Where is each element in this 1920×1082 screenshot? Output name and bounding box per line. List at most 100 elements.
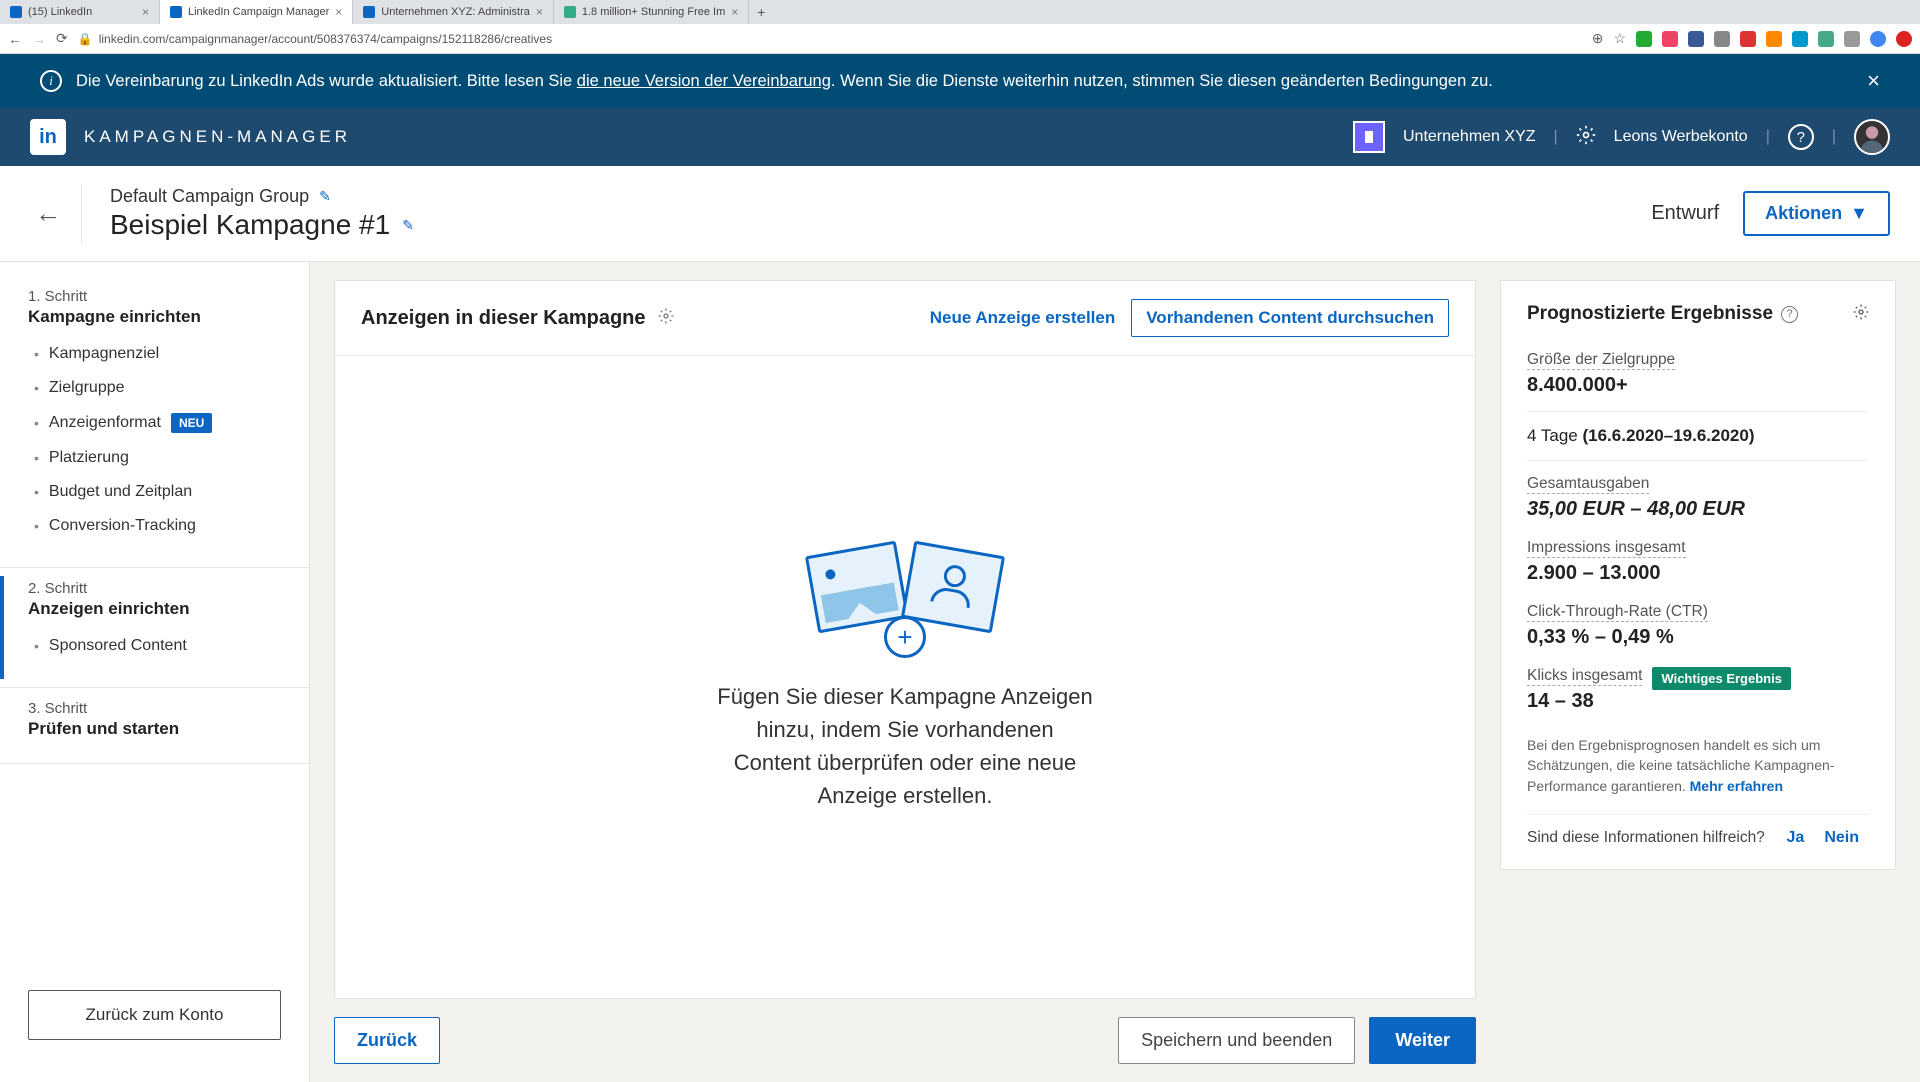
actions-dropdown[interactable]: Aktionen▼ [1743, 191, 1890, 236]
back-arrow-button[interactable]: ← [30, 198, 81, 229]
lock-icon: 🔒 [78, 32, 93, 46]
sidebar-item-zielgruppe[interactable]: Zielgruppe [34, 371, 281, 405]
extension-icon[interactable] [1844, 31, 1860, 47]
browse-content-button[interactable]: Vorhandenen Content durchsuchen [1131, 299, 1449, 337]
reload-icon[interactable]: ⟳ [56, 30, 68, 47]
extension-icon[interactable] [1662, 31, 1678, 47]
plus-icon: + [884, 616, 926, 658]
spend-value: 35,00 EUR – 48,00 EUR [1527, 498, 1869, 521]
close-banner-button[interactable]: × [1867, 68, 1880, 94]
app-title: KAMPAGNEN-MANAGER [84, 127, 351, 147]
tab-close-icon[interactable]: × [335, 5, 342, 19]
chevron-down-icon: ▼ [1850, 203, 1868, 224]
important-badge: Wichtiges Ergebnis [1652, 667, 1791, 690]
company-name[interactable]: Unternehmen XYZ [1403, 128, 1536, 146]
user-avatar[interactable] [1854, 119, 1890, 155]
browser-tab[interactable]: Unternehmen XYZ: Administra× [353, 0, 554, 24]
browser-tab[interactable]: LinkedIn Campaign Manager× [160, 0, 353, 24]
url-field[interactable]: 🔒linkedin.com/campaignmanager/account/50… [78, 32, 1582, 46]
learn-more-link[interactable]: Mehr erfahren [1690, 778, 1783, 794]
step-label: 1. Schritt [28, 288, 281, 305]
feedback-yes-button[interactable]: Ja [1777, 829, 1815, 847]
profile-icon[interactable] [1870, 31, 1886, 47]
edit-campaign-icon[interactable]: ✎ [402, 217, 414, 234]
ads-panel: Anzeigen in dieser Kampagne Neue Anzeige… [334, 280, 1476, 999]
tab-close-icon[interactable]: × [536, 5, 543, 19]
edit-group-icon[interactable]: ✎ [319, 188, 331, 205]
back-to-account-button[interactable]: Zurück zum Konto [28, 990, 281, 1040]
step-title[interactable]: Anzeigen einrichten [28, 599, 281, 619]
company-logo[interactable] [1353, 121, 1385, 153]
campaign-header: ← Default Campaign Group ✎ Beispiel Kampa… [0, 166, 1920, 262]
clicks-label: Klicks insgesamt [1527, 667, 1642, 686]
audience-label: Größe der Zielgruppe [1527, 351, 1675, 370]
extension-icon[interactable] [1714, 31, 1730, 47]
empty-state-illustration: + [805, 542, 1005, 652]
extension-icon[interactable] [1792, 31, 1808, 47]
star-icon[interactable]: ☆ [1613, 30, 1626, 47]
extension-icon[interactable] [1688, 31, 1704, 47]
back-nav-icon[interactable]: ← [8, 31, 22, 47]
campaign-name: Beispiel Kampagne #1 [110, 209, 390, 241]
forecast-panel: Prognostizierte Ergebnisse ? Größe der Z… [1500, 280, 1896, 870]
new-ad-link[interactable]: Neue Anzeige erstellen [930, 308, 1116, 328]
banner-text: Die Vereinbarung zu LinkedIn Ads wurde a… [76, 72, 577, 90]
sidebar-item-conversion[interactable]: Conversion-Tracking [34, 509, 281, 543]
account-name[interactable]: Leons Werbekonto [1614, 128, 1748, 146]
spend-label: Gesamtausgaben [1527, 475, 1649, 494]
duration-days: 4 Tage [1527, 426, 1582, 445]
next-button[interactable]: Weiter [1369, 1017, 1476, 1064]
step-title[interactable]: Kampagne einrichten [28, 307, 281, 327]
save-exit-button[interactable]: Speichern und beenden [1118, 1017, 1355, 1064]
disclaimer-text: Bei den Ergebnisprognosen handelt es sic… [1527, 737, 1834, 794]
browser-tab[interactable]: (15) LinkedIn× [0, 0, 160, 24]
new-tab-button[interactable]: + [749, 4, 773, 20]
sidebar-item-anzeigenformat[interactable]: AnzeigenformatNEU [34, 405, 281, 441]
help-icon[interactable]: ? [1781, 306, 1798, 323]
sidebar-item-kampagnenziel[interactable]: Kampagnenziel [34, 337, 281, 371]
step-title[interactable]: Prüfen und starten [28, 719, 281, 739]
info-icon: i [40, 70, 62, 92]
step-label: 2. Schritt [28, 580, 281, 597]
sidebar-item-sponsored-content[interactable]: Sponsored Content [34, 629, 281, 663]
extension-icon[interactable] [1740, 31, 1756, 47]
app-header: in KAMPAGNEN-MANAGER Unternehmen XYZ | L… [0, 108, 1920, 166]
settings-icon[interactable] [1576, 125, 1596, 150]
feedback-question: Sind diese Informationen hilfreich? [1527, 829, 1777, 847]
step-label: 3. Schritt [28, 700, 281, 717]
ctr-value: 0,33 % – 0,49 % [1527, 626, 1869, 649]
feedback-no-button[interactable]: Nein [1814, 829, 1869, 847]
ctr-label: Click-Through-Rate (CTR) [1527, 603, 1708, 622]
sidebar-item-platzierung[interactable]: Platzierung [34, 441, 281, 475]
extension-icon[interactable] [1818, 31, 1834, 47]
impressions-label: Impressions insgesamt [1527, 539, 1686, 558]
zoom-icon[interactable]: ⊕ [1592, 30, 1604, 47]
terms-banner: i Die Vereinbarung zu LinkedIn Ads wurde… [0, 54, 1920, 108]
extension-icon[interactable] [1766, 31, 1782, 47]
address-bar: ← → ⟳ 🔒linkedin.com/campaignmanager/acco… [0, 24, 1920, 54]
browser-tabs: (15) LinkedIn× LinkedIn Campaign Manager… [0, 0, 1920, 24]
forward-nav-icon[interactable]: → [32, 31, 46, 47]
date-range: (16.6.2020–19.6.2020) [1582, 426, 1754, 445]
impressions-value: 2.900 – 13.000 [1527, 562, 1869, 585]
tab-close-icon[interactable]: × [731, 5, 738, 19]
notification-icon[interactable] [1896, 31, 1912, 47]
audience-value: 8.400.000+ [1527, 374, 1869, 397]
terms-link[interactable]: die neue Version der Vereinbarung [577, 72, 831, 90]
campaign-group-name: Default Campaign Group [110, 186, 309, 207]
clicks-value: 14 – 38 [1527, 690, 1869, 713]
tab-close-icon[interactable]: × [142, 5, 149, 19]
help-icon[interactable]: ? [1788, 124, 1814, 150]
forecast-settings-icon[interactable] [1853, 304, 1869, 325]
steps-sidebar: 1. Schritt Kampagne einrichten Kampagnen… [0, 262, 310, 1082]
browser-tab[interactable]: 1.8 million+ Stunning Free Im× [554, 0, 749, 24]
panel-settings-icon[interactable] [658, 308, 674, 329]
linkedin-logo[interactable]: in [30, 119, 66, 155]
extension-icon[interactable] [1636, 31, 1652, 47]
sidebar-item-budget[interactable]: Budget und Zeitplan [34, 475, 281, 509]
new-badge: NEU [171, 413, 212, 433]
forecast-title: Prognostizierte Ergebnisse [1527, 303, 1773, 325]
campaign-status: Entwurf [1651, 202, 1719, 225]
back-button[interactable]: Zurück [334, 1017, 440, 1064]
empty-state-text: Fügen Sie dieser Kampagne Anzeigen hinzu… [715, 680, 1095, 812]
